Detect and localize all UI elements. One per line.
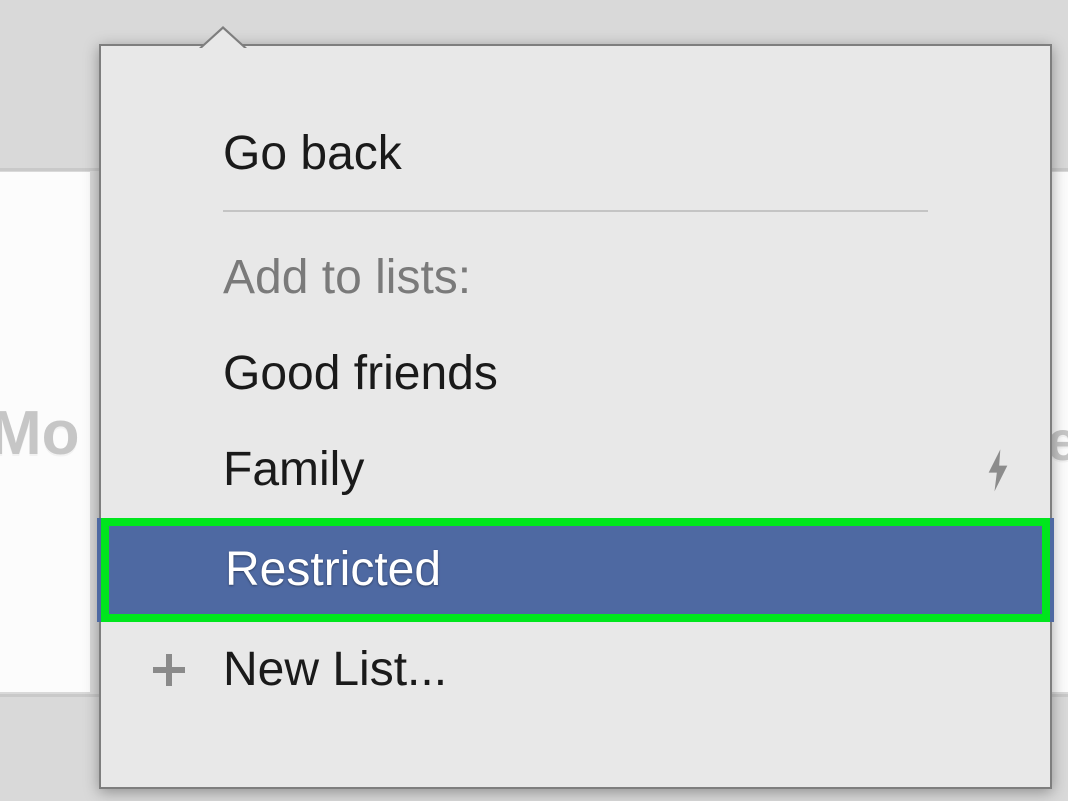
list-item-good-friends[interactable]: Good friends	[101, 326, 1050, 422]
list-item-label: Good friends	[223, 350, 498, 398]
add-to-lists-header: Add to lists:	[101, 230, 1050, 326]
popover-content: Go back Add to lists: Good friends Famil…	[101, 46, 1050, 718]
list-item-restricted[interactable]: Restricted	[97, 518, 1054, 622]
friend-lists-popover: Go back Add to lists: Good friends Famil…	[99, 44, 1052, 789]
popover-notch	[199, 26, 247, 48]
new-list-item[interactable]: New List...	[101, 622, 1050, 718]
list-item-label: Family	[223, 446, 364, 494]
menu-divider	[223, 210, 928, 212]
smart-list-icon	[984, 447, 1012, 493]
plus-icon	[149, 650, 189, 690]
background-text-left: Mo	[0, 398, 80, 469]
go-back-item[interactable]: Go back	[101, 106, 1050, 202]
list-item-label: Restricted	[225, 546, 441, 594]
add-to-lists-label: Add to lists:	[223, 254, 471, 302]
new-list-label: New List...	[223, 646, 447, 694]
list-item-family[interactable]: Family	[101, 422, 1050, 518]
go-back-label: Go back	[223, 130, 402, 178]
